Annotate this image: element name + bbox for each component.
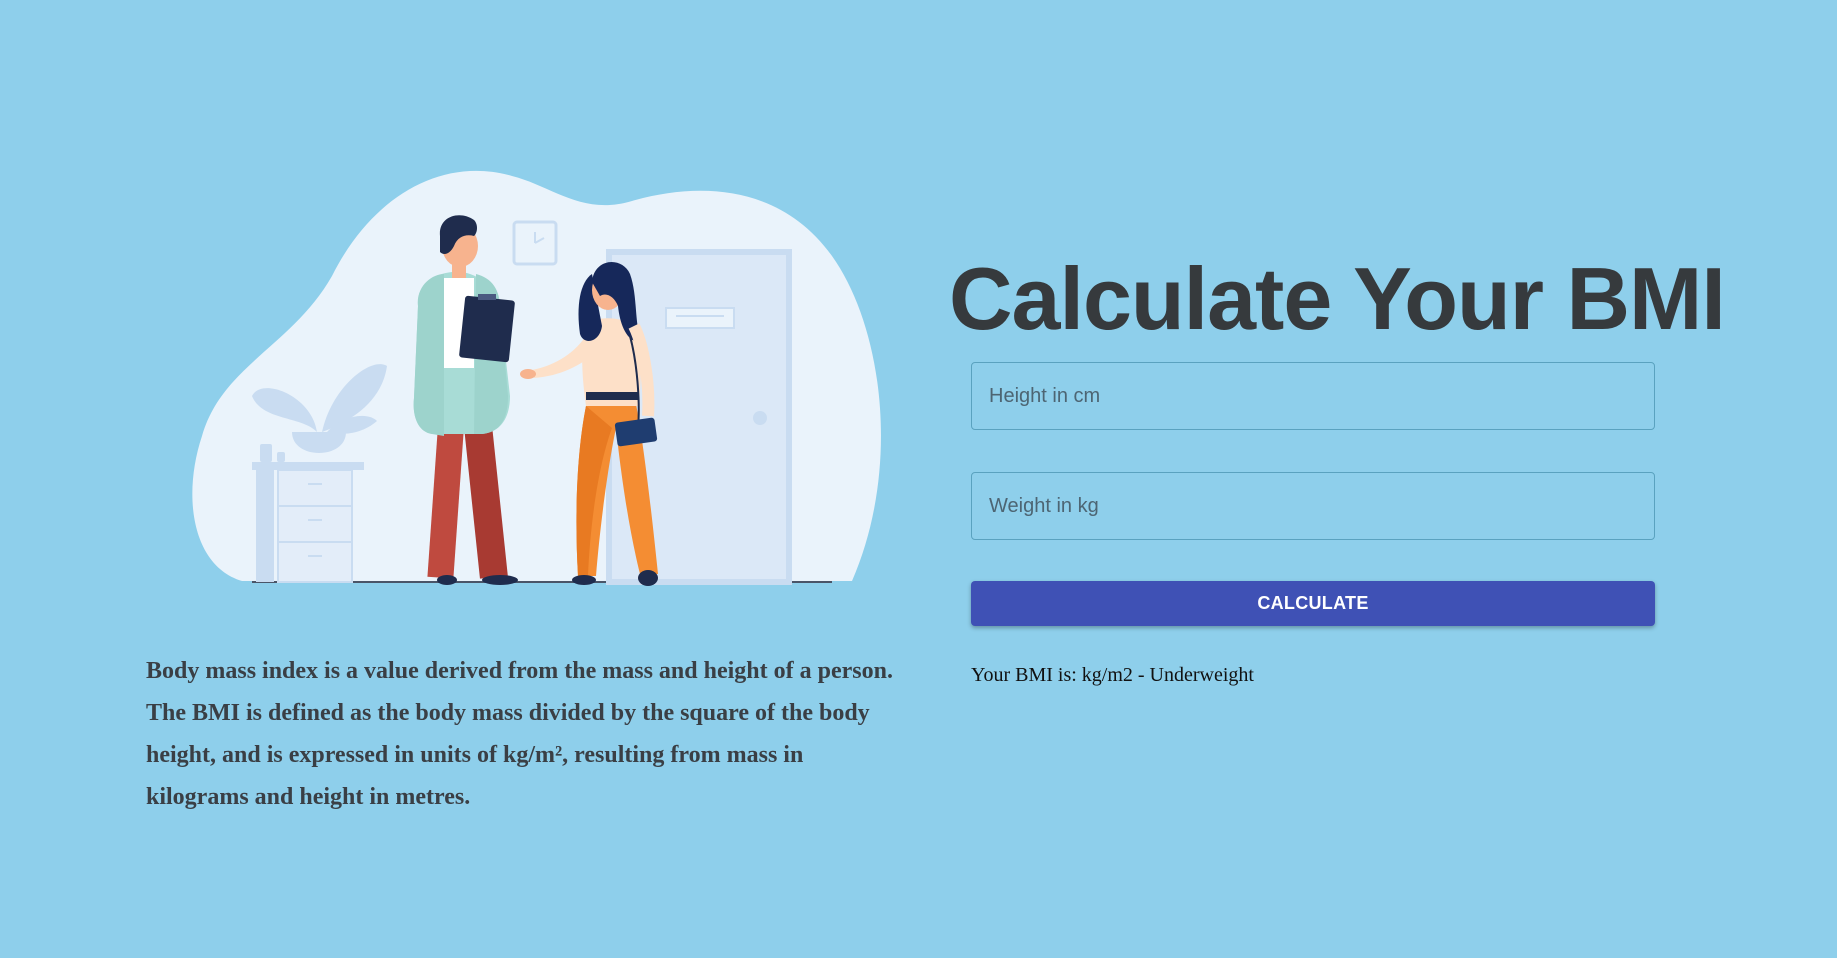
weight-input[interactable] [971,472,1655,540]
calculate-button[interactable]: CALCULATE [971,581,1655,626]
doctor-patient-illustration [192,170,881,586]
height-input[interactable] [971,362,1655,430]
bmi-description-text: Body mass index is a value derived from … [146,658,893,810]
cabinet-icon [252,444,364,583]
bmi-result-text: Your BMI is: kg/m2 - Underweight [971,664,1254,686]
page-title: Calculate Your BMI [949,249,1726,348]
